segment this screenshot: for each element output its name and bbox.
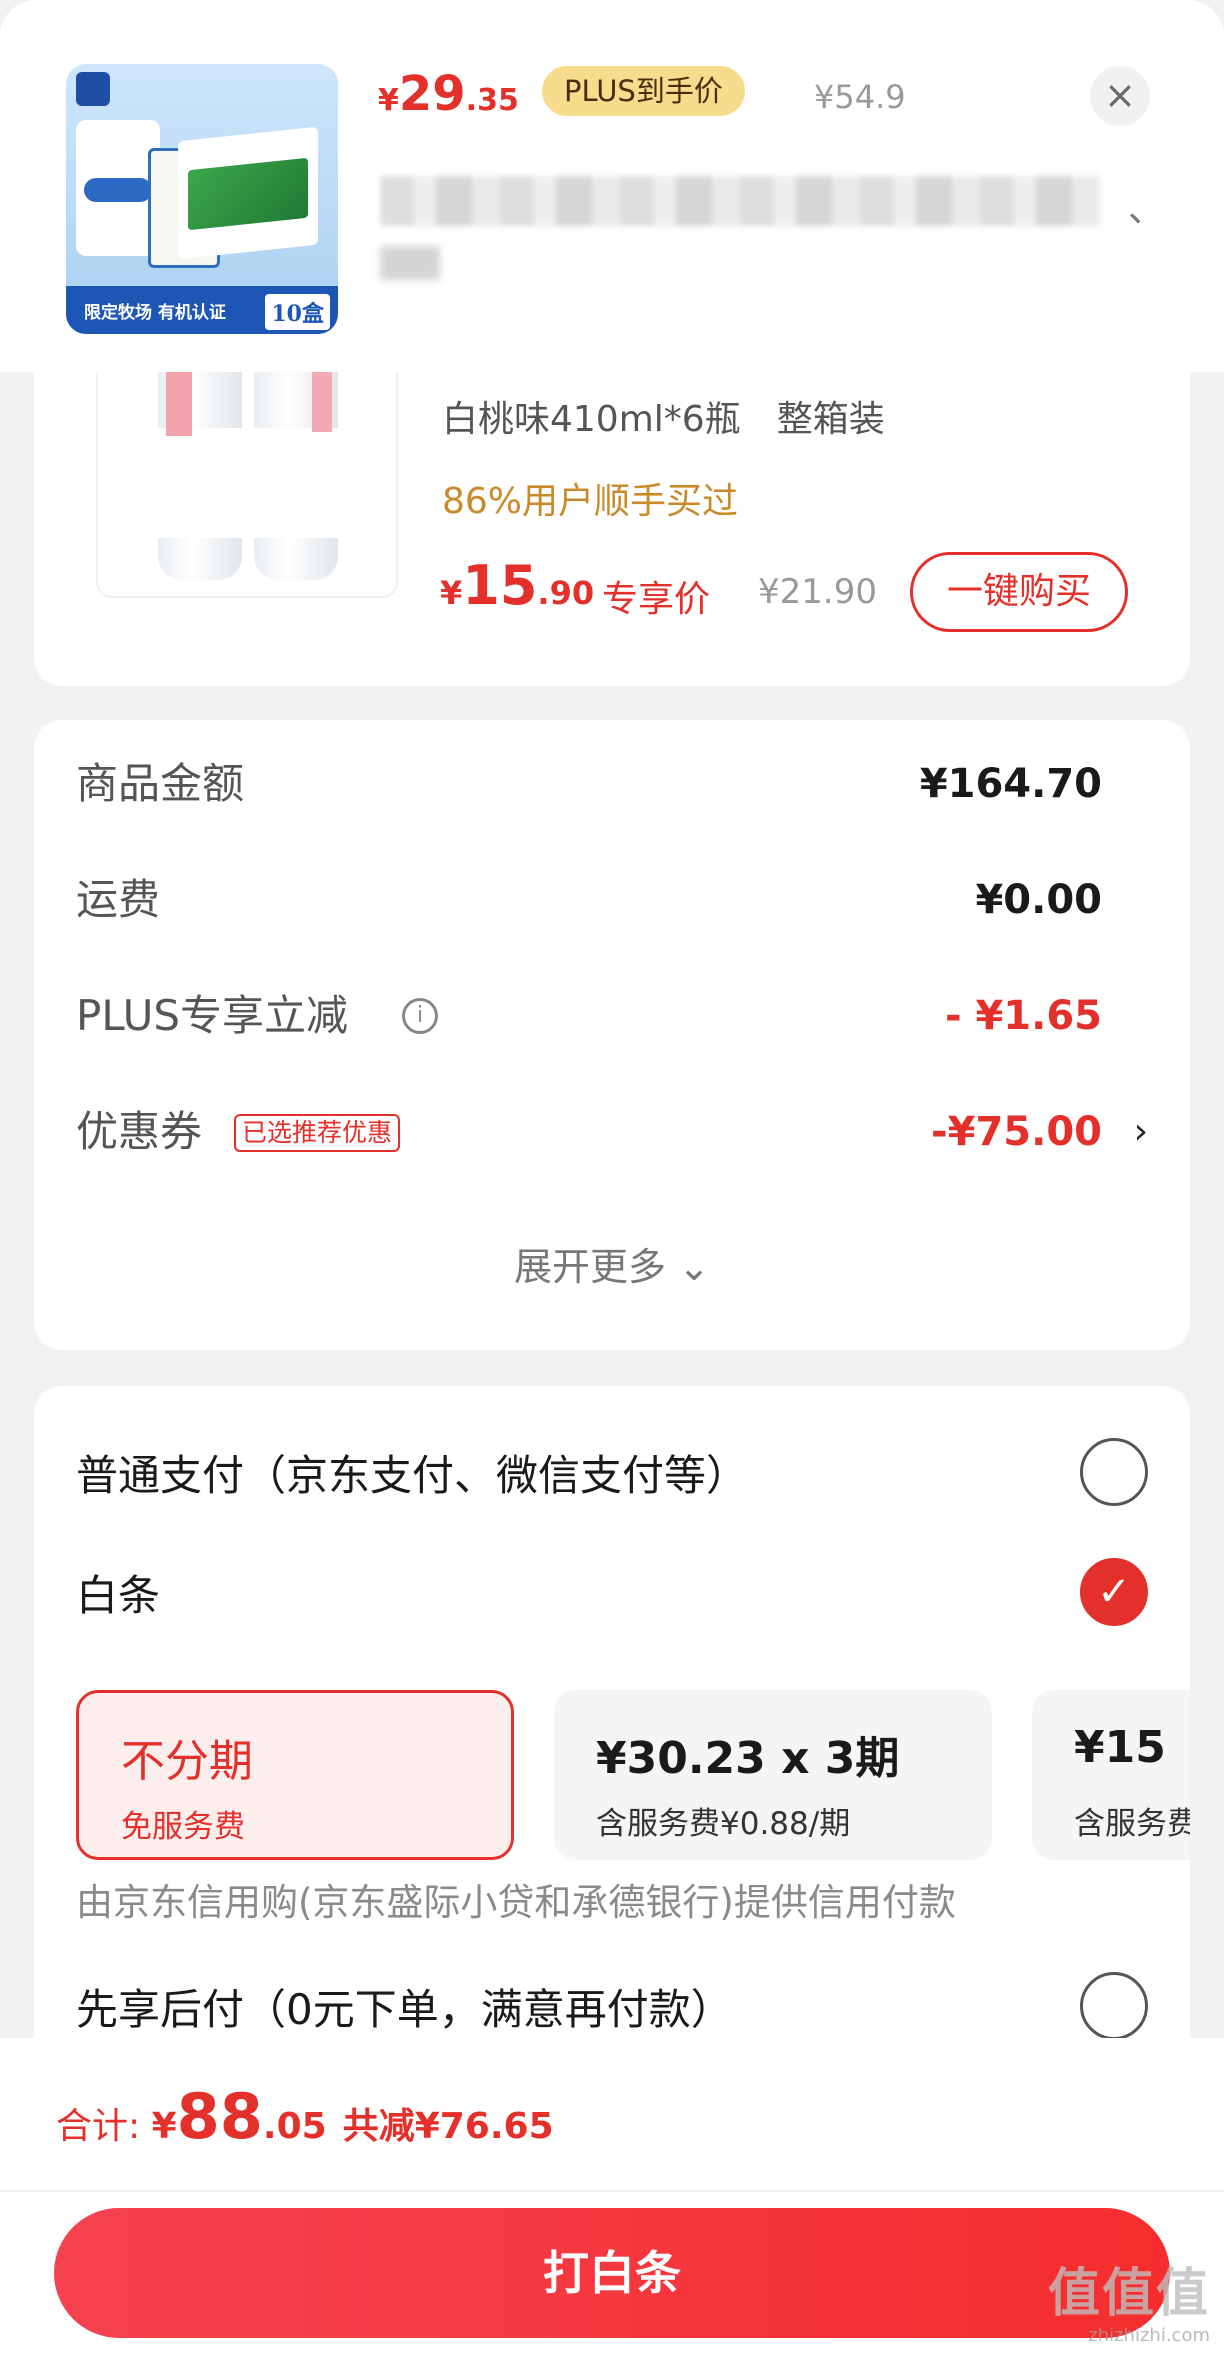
plan-subtitle: 含服务费: [1074, 1806, 1190, 1842]
installment-plan-6[interactable]: ¥15 含服务费: [1032, 1690, 1190, 1860]
payment-option-normal[interactable]: 普通支付（京东支付、微信支付等）: [76, 1442, 748, 1503]
payment-option-baitiao[interactable]: 白条: [76, 1562, 160, 1623]
total-dec: .05: [262, 2106, 327, 2147]
total-label: 合计:: [56, 2106, 152, 2147]
close-icon: ×: [1104, 73, 1136, 117]
summary-label: 优惠券: [76, 1107, 203, 1156]
watermark-url: zhizhizhi.com: [1088, 2325, 1210, 2347]
chevron-right-icon: ›: [1133, 1111, 1148, 1152]
summary-row-goods: 商品金额 ¥164.70: [34, 744, 1190, 824]
payment-option-pay-later[interactable]: 先享后付（0元下单，满意再付款）: [76, 1976, 733, 2037]
plus-price-badge: PLUS到手价: [542, 66, 745, 116]
blurred-product-title-2: [380, 246, 440, 280]
radio-normal-payment[interactable]: [1080, 1438, 1148, 1506]
product-price-int: 15: [462, 554, 538, 617]
summary-row-coupon[interactable]: 优惠券 已选推荐优惠 -¥75.00 ›: [34, 1092, 1190, 1172]
summary-value: ¥0.00: [975, 877, 1102, 923]
product-price-dec: .90: [537, 574, 595, 612]
installment-plan-none[interactable]: 不分期 免服务费: [76, 1690, 514, 1860]
total-saved: 共减¥76.65: [342, 2106, 554, 2147]
thumb-banner: 限定牧场 有机认证 10盒: [66, 286, 338, 334]
thumb-qty: 10盒: [265, 294, 330, 330]
plan-subtitle: 免服务费: [121, 1809, 245, 1845]
summary-row-plus-discount: PLUS专享立减 i - ¥1.65: [34, 976, 1190, 1056]
product-sold-note: 86%用户顺手买过: [442, 481, 739, 522]
coupon-recommended-tag: 已选推荐优惠: [234, 1114, 401, 1152]
header-original-price: ¥54.9: [814, 78, 906, 116]
plan-subtitle: 含服务费¥0.88/期: [596, 1806, 851, 1842]
expand-more-button[interactable]: 展开更多 ⌄: [34, 1236, 1190, 1291]
blurred-product-title: [380, 176, 1100, 226]
product-original-price: ¥21.90: [758, 572, 877, 612]
total-int: 88: [176, 2080, 263, 2153]
checkout-footer: 合计: ¥88.05 共减¥76.65 打白条: [0, 2038, 1224, 2355]
summary-row-shipping: 运费 ¥0.00: [34, 860, 1190, 940]
close-button[interactable]: ×: [1090, 66, 1150, 126]
product-price: ¥15.90: [440, 554, 594, 617]
one-click-buy-button[interactable]: 一键购买: [910, 552, 1128, 632]
total-symbol: ¥: [151, 2106, 177, 2147]
pay-baitiao-button[interactable]: 打白条: [54, 2208, 1170, 2338]
summary-label: 运费: [76, 875, 161, 924]
installment-plan-3[interactable]: ¥30.23 x 3期 含服务费¥0.88/期: [554, 1690, 992, 1860]
order-summary-card: 商品金额 ¥164.70 运费 ¥0.00 PLUS专享立减 i - ¥1.65…: [34, 720, 1190, 1350]
header-price-dec: .35: [465, 83, 519, 118]
sheet-header: 限定牧场 有机认证 10盒 ¥29.35 PLUS到手价 ¥54.9 × 、: [0, 0, 1224, 372]
check-icon: ✓: [1097, 1569, 1131, 1615]
title-expand-icon[interactable]: 、: [1128, 180, 1164, 232]
plan-title: ¥30.23 x 3期: [596, 1733, 900, 1784]
order-total: 合计: ¥88.05 共减¥76.65: [56, 2080, 554, 2153]
product-spec: 白桃味410ml*6瓶 整箱装: [442, 399, 885, 440]
summary-label: PLUS专享立减: [76, 991, 349, 1040]
site-watermark: 值值值 zhizhizhi.com: [1048, 2263, 1210, 2347]
watermark-logo: 值值值: [1047, 2264, 1210, 2325]
header-price-symbol: ¥: [378, 83, 399, 118]
summary-value: ¥164.70: [919, 761, 1102, 807]
checkout-sheet: 限定牧场 有机认证 10盒 ¥29.35 PLUS到手价 ¥54.9 × 、 白…: [0, 0, 1224, 2355]
milk-box-graphic: [178, 126, 318, 260]
radio-baitiao-checked[interactable]: ✓: [1080, 1558, 1148, 1626]
radio-pay-later[interactable]: [1080, 1972, 1148, 2040]
info-icon[interactable]: i: [402, 998, 438, 1034]
brand-logo: [76, 72, 110, 106]
summary-value: - ¥1.65: [944, 993, 1102, 1039]
product-thumbnail: 限定牧场 有机认证 10盒: [66, 64, 338, 334]
credit-provider-note: 由京东信用购(京东盛际小贷和承德银行)提供信用付款: [76, 1881, 956, 1924]
exclusive-price-label: 专享价: [602, 579, 711, 620]
header-price-int: 29: [398, 66, 466, 122]
footer-divider: [0, 2190, 1224, 2192]
summary-value: -¥75.00: [931, 1109, 1102, 1155]
plan-title: ¥15: [1074, 1722, 1166, 1773]
product-price-symbol: ¥: [440, 574, 463, 612]
plan-title: 不分期: [121, 1736, 253, 1787]
thumb-banner-text: 限定牧场 有机认证: [84, 302, 226, 323]
summary-label: 商品金额: [76, 759, 245, 808]
header-price: ¥29.35: [378, 66, 519, 122]
